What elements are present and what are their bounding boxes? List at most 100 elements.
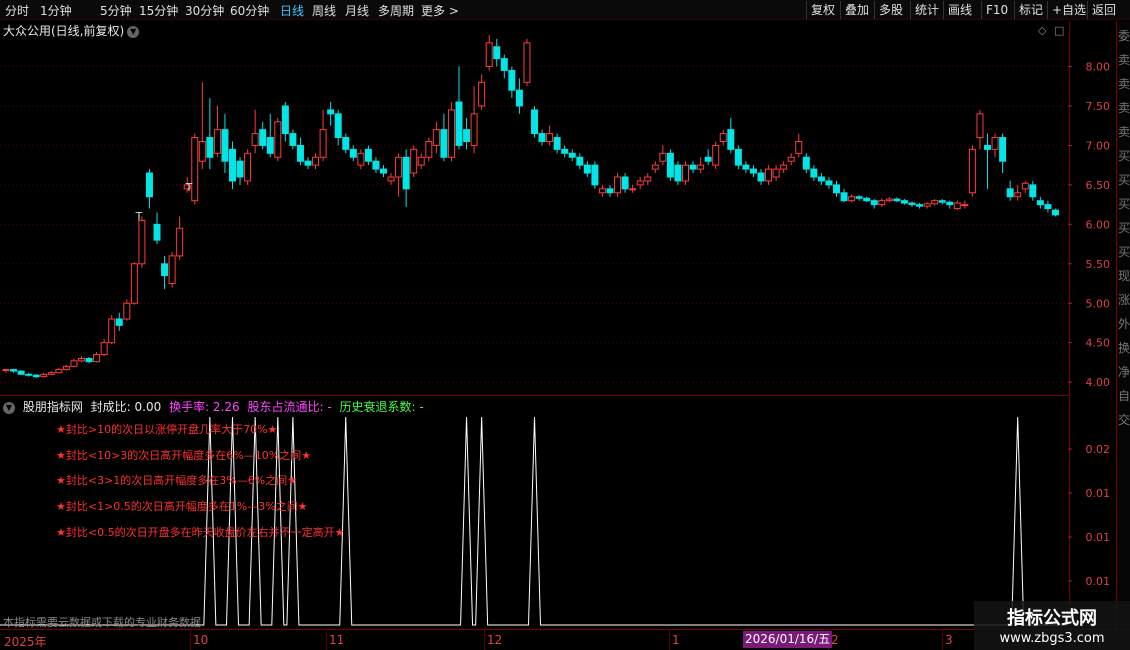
strip-char: 买 [1118,149,1130,163]
candle-body [900,200,908,204]
strip-char: 买 [1118,197,1130,211]
price-tick-label: 6.00 [1086,218,1111,231]
candle-body [893,198,901,202]
candlestick-chart[interactable]: 8.00 7.50 7.00 6.50 6.00 5.50 5.00 4.50 4.00 T T [0,21,1116,396]
candle-body [463,129,471,142]
candle-body [953,202,961,210]
period-tab-10[interactable]: 更多 > [421,2,459,19]
candle-body [984,144,991,150]
candle-body [704,156,712,162]
candle-body [342,137,350,150]
candle-body [916,204,924,207]
chevron-down-icon[interactable]: ▼ [127,25,140,38]
candle-body [319,129,327,158]
price-tick-label: 7.50 [1086,100,1111,113]
candle-body [115,318,123,326]
window-icon[interactable]: □ [1054,24,1064,37]
trade-marker: T [135,210,143,223]
indicator-name[interactable]: 股朋指标网 [23,400,83,414]
candle-body [485,42,493,68]
candle-body [349,148,357,158]
candle-body [236,160,244,178]
candle-body [138,219,146,265]
watermark-url: www.zbgs3.com [999,631,1105,646]
candle-body [863,197,871,202]
toolbar-button-1[interactable]: 叠加 [840,1,873,19]
axis-tick [326,630,327,650]
period-tab-4[interactable]: 30分钟 [185,2,224,19]
candle-body [266,137,274,154]
candle-body [546,133,554,142]
strip-char: 买 [1118,245,1130,259]
strip-char: 买 [1118,173,1130,187]
candle-body [380,168,387,174]
candle-body [833,184,840,194]
diamond-icon[interactable]: ◇ [1038,24,1046,37]
note-5: ★封比<0.5的次日开盘多在昨天收盘价左右并不一定高开★ [56,526,345,539]
candle-body [100,342,108,356]
candle-body [70,360,78,367]
toolbar-button-5[interactable]: F10 [981,1,1012,19]
candle-body [244,152,252,182]
candle-body [825,180,833,186]
period-tab-1[interactable]: 1分钟 [40,2,72,19]
trade-marker: T [185,181,193,194]
period-tab-2[interactable]: 5分钟 [100,2,132,19]
candle-body [508,69,516,91]
strip-char: 涨 [1118,293,1130,307]
candle-body [712,144,720,166]
toolbar-button-7[interactable]: +自选 [1047,1,1090,19]
candle-body [357,152,365,166]
toolbar-button-4[interactable]: 画线 [943,1,976,19]
period-tab-6[interactable]: 日线 [280,2,304,19]
toolbar-button-6[interactable]: 标记 [1014,1,1047,19]
candle-body [251,133,259,146]
strip-char: 净 [1118,365,1130,379]
price-tick-label: 7.00 [1086,139,1111,152]
candle-body [697,164,705,170]
stock-title: 大众公用(日线,前复权) [3,24,125,38]
value-tick-label: 0.02 [1086,443,1111,456]
candle-body [372,160,380,170]
period-tab-8[interactable]: 月线 [345,2,369,19]
chart-title: 大众公用(日线,前复权) ▼ [3,22,140,39]
candle-body [674,164,682,182]
period-tab-9[interactable]: 多周期 [378,2,414,19]
candle-body [500,58,508,71]
price-chart-panel[interactable]: 8.00 7.50 7.00 6.50 6.00 5.50 5.00 4.50 4.00 T T [0,21,1110,396]
candle-body [47,372,55,375]
toolbar-button-8[interactable]: 返回 [1087,1,1120,19]
candle-body [621,176,629,190]
candle-body [878,200,886,206]
candle-body [870,200,878,206]
candle-body [1029,184,1037,198]
axis-label-dec: 12 [487,633,503,647]
candle-body [93,354,101,363]
axis-tick [484,630,485,650]
axis-tick [190,630,191,650]
strip-char: 现 [1118,269,1130,283]
candle-body [931,200,939,205]
candle-body [387,176,395,182]
seal-ratio: 封成比: 0.00 [90,400,162,414]
period-tab-7[interactable]: 周线 [312,2,336,19]
candle-body [568,152,576,158]
candle-body [123,302,131,320]
candle-body [191,137,199,202]
candle-body [296,144,304,162]
period-tab-5[interactable]: 60分钟 [230,2,269,19]
period-tab-3[interactable]: 15分钟 [139,2,178,19]
toolbar-button-3[interactable]: 统计 [910,1,943,19]
toolbar-button-0[interactable]: 复权 [806,1,839,19]
watermark-title: 指标公式网 [1007,608,1097,629]
candle-body [402,156,410,190]
price-tick-label: 4.50 [1086,337,1111,350]
chevron-down-icon[interactable]: ▼ [3,401,15,414]
period-tab-0[interactable]: 分时 [5,2,29,19]
candle-body [78,357,85,362]
time-axis[interactable]: 2025年 10 11 12 1 2 3 2026/01/16/五 [0,629,1130,650]
price-tick-label: 5.50 [1086,258,1111,271]
candle-body [598,188,606,194]
period-toolbar: 分时 1分钟 5分钟 15分钟 30分钟 60分钟 日线 周线 月线 多周期 更多 > 复权 叠加 多股统… [0,0,1130,20]
toolbar-button-2[interactable]: 多股 [874,1,907,19]
